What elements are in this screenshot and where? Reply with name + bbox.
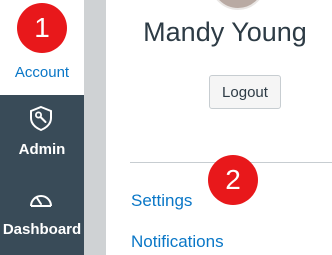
dashboard-label: Dashboard [2, 221, 82, 238]
callout-badge-1: 1 [17, 3, 67, 53]
user-name: Mandy Young [143, 17, 307, 47]
nav-item-dashboard[interactable]: Dashboard [0, 167, 84, 255]
callout-badge-2: 2 [208, 155, 258, 205]
settings-link[interactable]: Settings [131, 190, 192, 212]
logout-button[interactable]: Logout [209, 75, 281, 109]
nav-item-admin[interactable]: Admin [0, 95, 84, 167]
dashboard-gauge-icon [30, 195, 52, 207]
avatar [210, 0, 266, 10]
admin-shield-icon [30, 105, 52, 131]
notifications-link[interactable]: Notifications [131, 231, 224, 253]
admin-label: Admin [18, 141, 66, 158]
account-label: Account [14, 64, 70, 81]
tray-edge [84, 0, 106, 255]
